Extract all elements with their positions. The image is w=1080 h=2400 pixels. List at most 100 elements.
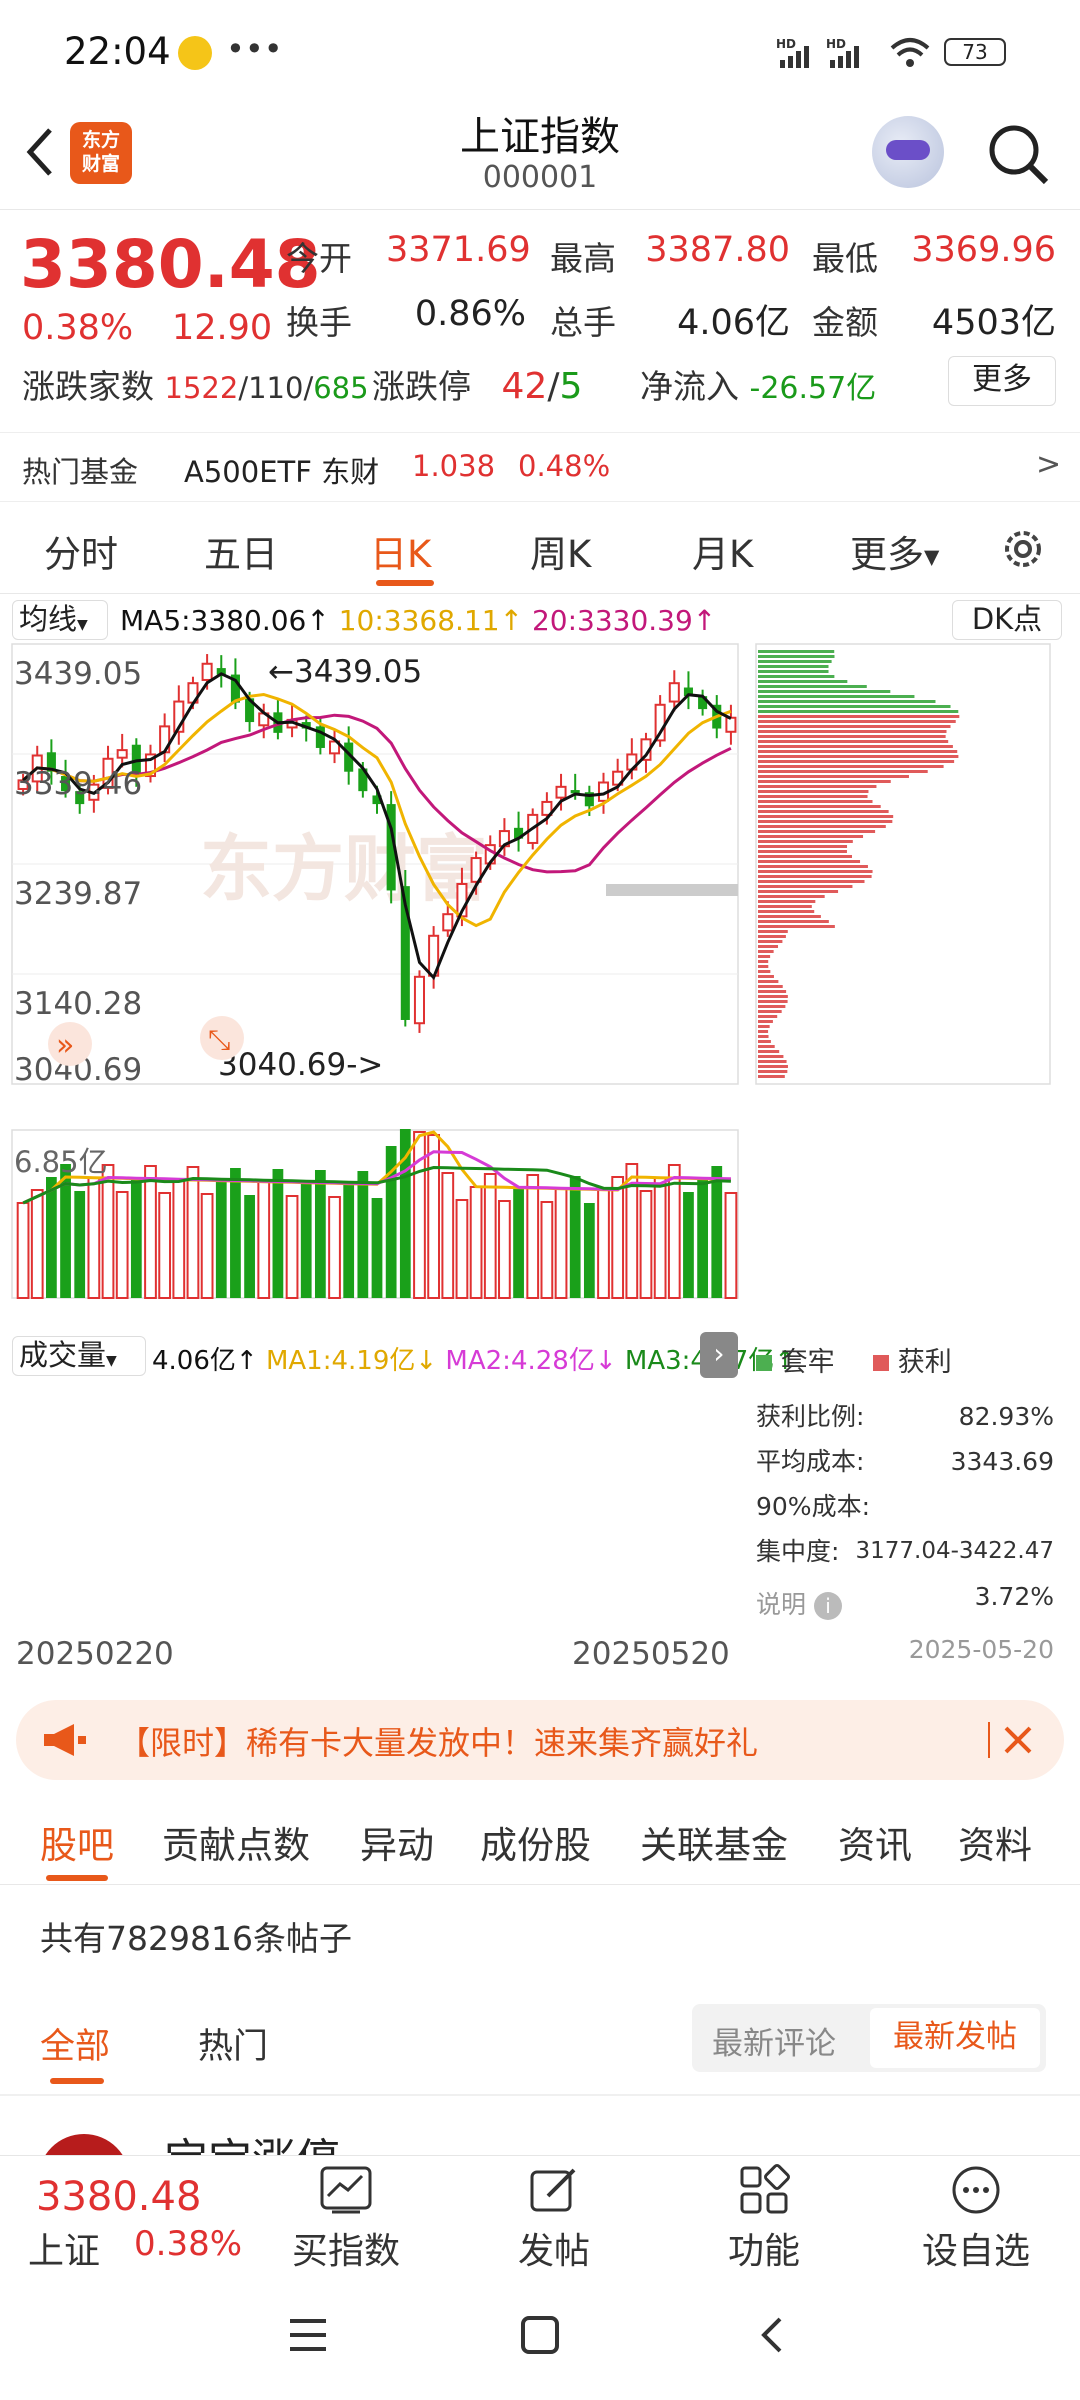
bottom-price: 3380.48 [36,2174,202,2220]
volume-bar [343,1184,355,1298]
volume-bar [74,1191,86,1298]
filter-hot[interactable]: 热门 [198,2018,268,2069]
volume-bar [314,1170,326,1298]
chip-bar [758,805,881,808]
close-icon[interactable] [1000,1722,1036,1758]
add-watchlist-button[interactable]: 设自选 [906,2164,1046,2274]
filter-all[interactable]: 全部 [40,2018,110,2069]
chip-bar [758,780,891,783]
cost90-value: 3177.04-3422.47 [855,1538,1054,1564]
active-tab-indicator [376,580,434,586]
volume-bar [569,1176,581,1298]
tab-monthly-k[interactable]: 月K [692,524,753,578]
functions-label: 功能 [727,2231,800,2272]
chip-bar [758,735,946,738]
hot-fund-bar[interactable]: 热门基金 A500ETF 东财 1.038 0.48% > [0,432,1080,502]
volume-select-button[interactable]: 成交量▼ [12,1336,146,1376]
chip-bar [758,880,865,883]
candle-body [555,785,567,799]
chip-bar [758,925,835,928]
settings-gear-icon[interactable] [998,524,1048,574]
menu-icon[interactable] [286,2315,330,2355]
volume-bar [611,1176,625,1299]
active-subtab-indicator [46,1875,108,1881]
vol-total: 4.06亿↑ [152,1346,258,1376]
chip-bar [758,700,936,703]
chip-bar [758,840,853,843]
chip-bar [758,650,835,653]
low-label: 最低 [812,239,878,278]
chip-bar [758,660,832,663]
tab-five-day[interactable]: 五日 [204,524,278,578]
tab-related-funds[interactable]: 关联基金 [640,1815,788,1869]
chevron-right-icon[interactable]: › [700,1332,738,1378]
volume-bar [455,1199,469,1299]
vol-ma1-line [22,1130,731,1205]
ma-legend: MA5:3380.06↑ 10:3368.11↑ 20:3330.39↑ [120,604,716,637]
chip-bar [758,690,891,693]
tab-weekly-k[interactable]: 周K [530,524,591,578]
volume-bar [87,1177,101,1299]
tab-abnormal[interactable]: 异动 [360,1815,434,1869]
caret-down-icon: ▼ [106,1353,117,1369]
chip-bar [758,955,771,958]
buy-index-button[interactable]: 买指数 [276,2164,416,2274]
tab-guba[interactable]: 股吧 [40,1815,114,1869]
tab-intraday[interactable]: 分时 [44,524,118,578]
tab-news[interactable]: 资讯 [838,1815,912,1869]
chip-bar [758,895,825,898]
post-label: 发帖 [517,2231,590,2272]
robot-avatar-icon[interactable] [872,116,944,188]
volume-axis-label: 6.85亿 [14,1145,108,1179]
battery-icon: 73 [944,38,1006,66]
functions-button[interactable]: 功能 [694,2164,834,2274]
more-button[interactable]: 更多 [948,356,1056,406]
hot-fund-pct: 0.48% [518,449,611,483]
tab-more-label: 更多 [850,533,924,576]
info-icon[interactable]: i [813,1592,842,1620]
turnover-value: 0.86% [414,294,526,334]
amount-label: 金额 [812,303,878,342]
post-button[interactable]: 发帖 [484,2164,624,2274]
chip-bar [758,860,861,863]
inflow-row: 净流入 -26.57亿 [640,360,876,408]
chip-bar [758,815,894,818]
volume-bar [498,1200,511,1299]
tab-contribution[interactable]: 贡献点数 [162,1815,310,1869]
back-nav-icon[interactable] [752,2313,792,2357]
bottom-pct: 0.38% [134,2224,243,2264]
promo-banner[interactable]: 【限时】稀有卡大量发放中！速来集齐赢好礼 [16,1700,1064,1780]
chip-bar [758,940,783,943]
tab-more[interactable]: 更多▼ [850,524,939,578]
volume-bar [540,1201,554,1299]
inflow-value: -26.57亿 [749,371,877,406]
quote-panel: 3380.48 0.38% 12.90 今开 3371.69 最高 3387.8… [0,210,1080,430]
vol-ma2: MA2:4.28亿↓ [445,1346,617,1376]
profit-legend-swatch [873,1355,890,1371]
volume-bar [653,1177,667,1299]
note-label[interactable]: 说明 [756,1590,806,1619]
sort-toggle: 最新评论 最新发帖 [692,2004,1046,2072]
chip-bar [758,710,959,713]
volume-label: 总手 [550,303,616,342]
volume-bar [639,1190,653,1299]
volume-bar [101,1164,115,1299]
chip-bar [758,785,877,788]
sort-latest-post[interactable]: 最新发帖 [870,2008,1040,2068]
avg-cost-row: 平均成本: 3343.69 [756,1439,1054,1484]
chip-distribution-bars [758,650,960,1078]
chip-bar [758,1015,778,1018]
tab-constituents[interactable]: 成份股 [480,1815,591,1869]
tab-daily-k[interactable]: 日K [370,524,431,578]
search-icon[interactable] [984,120,1054,190]
tab-profile[interactable]: 资料 [958,1815,1032,1869]
chip-bar [758,750,958,753]
profit-ratio-label: 获利比例: [756,1402,865,1431]
volume-bar [158,1192,172,1299]
chip-bar [758,1060,787,1063]
sort-latest-comment[interactable]: 最新评论 [712,2018,836,2063]
ma5-value: MA5:3380.06↑ [120,604,330,637]
volume-bar [554,1188,568,1299]
chip-bar [758,825,886,828]
home-icon[interactable] [518,2313,562,2357]
